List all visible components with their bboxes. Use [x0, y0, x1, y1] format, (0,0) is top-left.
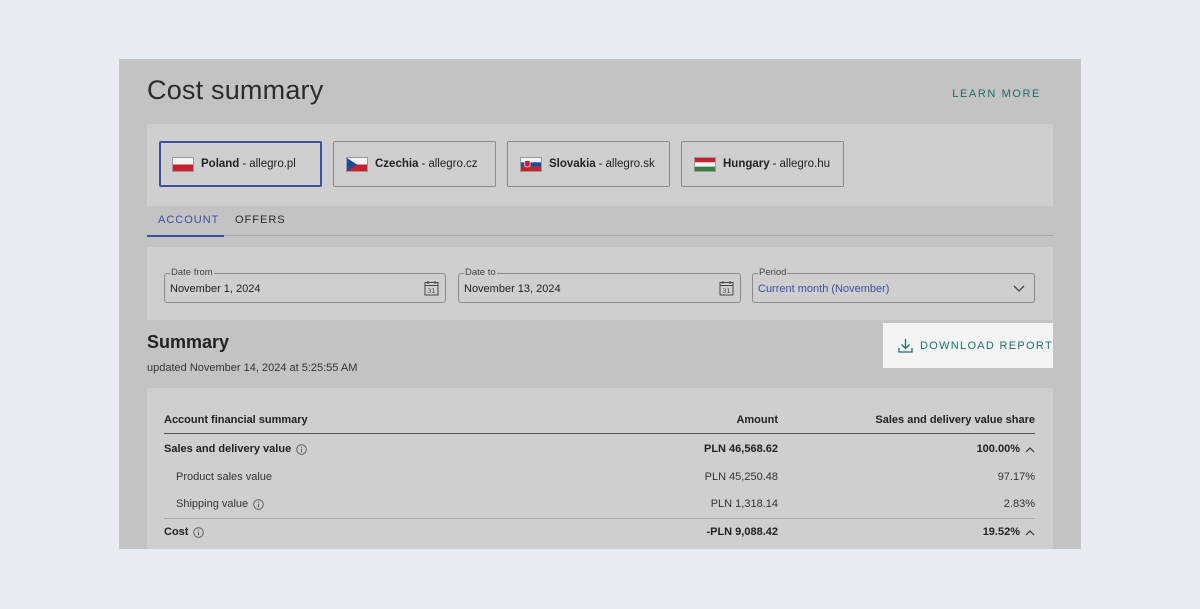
date-to-field[interactable]: Date to November 13, 2024 31	[458, 267, 741, 303]
column-header-summary: Account financial summary	[164, 414, 308, 426]
tab-offers[interactable]: OFFERS	[235, 214, 286, 226]
country-domain: allegro.pl	[249, 158, 296, 170]
download-icon	[898, 339, 913, 353]
calendar-icon[interactable]: 31	[719, 280, 734, 296]
date-to-value: November 13, 2024	[464, 283, 561, 295]
country-domain: allegro.cz	[428, 158, 478, 170]
country-name: Czechia	[375, 158, 419, 170]
hungary-flag-icon	[694, 156, 716, 172]
financial-summary-table: Account financial summary Amount Sales a…	[147, 388, 1053, 549]
poland-flag-icon	[172, 156, 194, 172]
row-share: 19.52%	[982, 526, 1020, 538]
calendar-icon[interactable]: 31	[424, 280, 439, 296]
download-report-button[interactable]: DOWNLOAD REPORT	[883, 323, 1053, 368]
chevron-down-icon	[1013, 285, 1025, 292]
row-share: 2.83%	[1003, 498, 1035, 510]
chevron-up-icon[interactable]	[1025, 529, 1035, 536]
table-row-cost[interactable]: Cost -PLN 9,088.42 19.52%	[164, 519, 1035, 545]
country-name: Poland	[201, 158, 240, 170]
chevron-up-icon[interactable]	[1025, 446, 1035, 453]
date-from-value: November 1, 2024	[170, 283, 261, 295]
cost-summary-frame: Cost summary LEARN MORE Poland - allegro…	[119, 59, 1081, 549]
svg-text:31: 31	[427, 287, 435, 295]
page-title: Cost summary	[147, 75, 324, 105]
summary-title: Summary	[147, 332, 230, 352]
period-select[interactable]: Period Current month (November)	[752, 267, 1035, 303]
row-share: 97.17%	[997, 471, 1035, 483]
info-icon[interactable]	[296, 443, 307, 455]
country-domain: allegro.sk	[605, 158, 655, 170]
active-tab-indicator	[147, 235, 224, 237]
svg-text:31: 31	[722, 287, 730, 295]
country-card-poland[interactable]: Poland - allegro.pl	[159, 141, 322, 187]
country-name: Slovakia	[549, 158, 596, 170]
row-amount: PLN 1,318.14	[710, 498, 778, 510]
country-name: Hungary	[723, 158, 770, 170]
czechia-flag-icon	[346, 156, 368, 172]
date-to-label: Date to	[464, 267, 497, 278]
info-icon[interactable]	[193, 526, 205, 538]
country-domain: allegro.hu	[779, 158, 831, 170]
row-label: Sales and delivery value	[164, 443, 292, 455]
row-label: Cost	[164, 526, 189, 538]
tab-account[interactable]: ACCOUNT	[158, 214, 219, 226]
summary-updated-timestamp: updated November 14, 2024 at 5:25:55 AM	[147, 362, 358, 374]
column-header-amount: Amount	[736, 414, 778, 426]
slovakia-flag-icon	[520, 156, 542, 172]
date-from-field[interactable]: Date from November 1, 2024 31	[164, 267, 446, 303]
country-selector: Poland - allegro.pl Czechia - allegro.cz…	[147, 124, 1053, 206]
table-row-shipping: Shipping value PLN 1,318.14 2.83%	[164, 491, 1035, 517]
period-label: Period	[758, 267, 788, 278]
row-amount: PLN 46,568.62	[704, 443, 778, 455]
row-label: Product sales value	[176, 471, 272, 483]
period-value: Current month (November)	[758, 283, 890, 295]
row-amount: PLN 45,250.48	[704, 471, 778, 483]
column-header-share: Sales and delivery value share	[875, 414, 1035, 426]
row-label: Shipping value	[176, 498, 249, 510]
row-amount: -PLN 9,088.42	[706, 526, 778, 538]
learn-more-link[interactable]: LEARN MORE	[952, 88, 1041, 100]
info-icon[interactable]	[253, 498, 264, 510]
date-from-label: Date from	[170, 267, 214, 278]
country-card-hungary[interactable]: Hungary - allegro.hu	[681, 141, 844, 187]
table-row-product-sales: Product sales value PLN 45,250.48 97.17%	[164, 464, 1035, 490]
download-report-label: DOWNLOAD REPORT	[920, 339, 1053, 352]
filters-panel: Date from November 1, 2024 31 Date to No…	[147, 247, 1053, 320]
header-divider	[164, 433, 1035, 434]
tab-bar: ACCOUNT OFFERS	[147, 206, 1053, 237]
country-card-slovakia[interactable]: Slovakia - allegro.sk	[507, 141, 670, 187]
country-card-czechia[interactable]: Czechia - allegro.cz	[333, 141, 496, 187]
row-share: 100.00%	[976, 443, 1020, 455]
table-row-sales-delivery[interactable]: Sales and delivery value PLN 46,568.62 1…	[164, 436, 1035, 462]
